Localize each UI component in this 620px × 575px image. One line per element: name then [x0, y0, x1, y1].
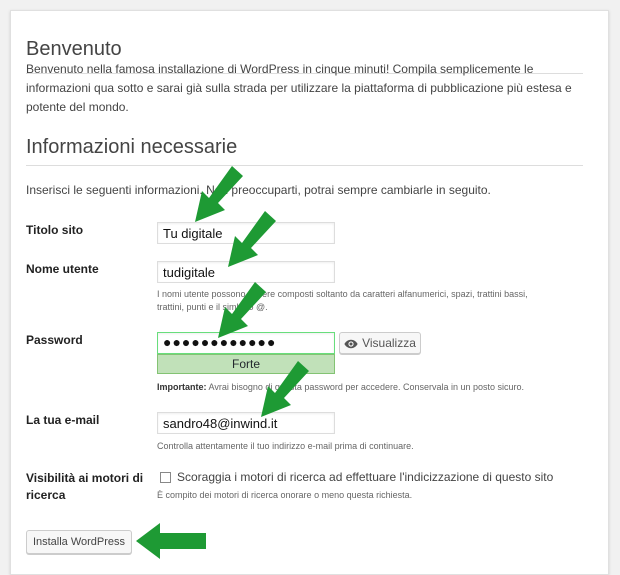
discourage-search-label[interactable]: Scoraggia i motori di ricerca ad effettu… [177, 470, 553, 484]
show-password-button[interactable]: Visualizza [339, 332, 421, 354]
username-label: Nome utente [26, 262, 99, 276]
install-wordpress-button[interactable]: Installa WordPress [26, 530, 132, 554]
password-label: Password [26, 333, 83, 347]
password-note-strong: Importante: [157, 382, 207, 392]
info-title: Informazioni necessarie [26, 136, 238, 158]
visibility-label: Visibilità ai motori di ricerca [26, 471, 144, 502]
welcome-title: Benvenuto [26, 38, 122, 60]
arrow-icon [136, 523, 206, 559]
divider [26, 165, 583, 166]
arrow-shape [261, 361, 309, 417]
info-intro: Inserisci le seguenti informazioni. Non … [26, 183, 491, 197]
eye-icon [344, 339, 358, 349]
arrow-icon [218, 282, 266, 338]
discourage-search-checkbox[interactable] [160, 472, 171, 483]
arrow-icon [228, 211, 276, 267]
show-password-label: Visualizza [362, 336, 416, 350]
arrow-icon [261, 361, 309, 417]
arrow-shape [218, 282, 266, 338]
welcome-text: Benvenuto nella famosa installazione di … [26, 62, 572, 114]
visibility-description: È compito dei motori di ricerca onorare … [157, 490, 413, 500]
install-card: Benvenuto Benvenuto nella famosa install… [10, 10, 609, 575]
email-label: La tua e-mail [26, 413, 100, 427]
arrow-shape [136, 523, 206, 559]
email-description: Controlla attentamente il tuo indirizzo … [157, 441, 414, 451]
arrow-shape [228, 211, 276, 267]
site-title-label: Titolo sito [26, 223, 84, 237]
password-note: Importante: Avrai bisogno di questa pass… [157, 381, 577, 394]
